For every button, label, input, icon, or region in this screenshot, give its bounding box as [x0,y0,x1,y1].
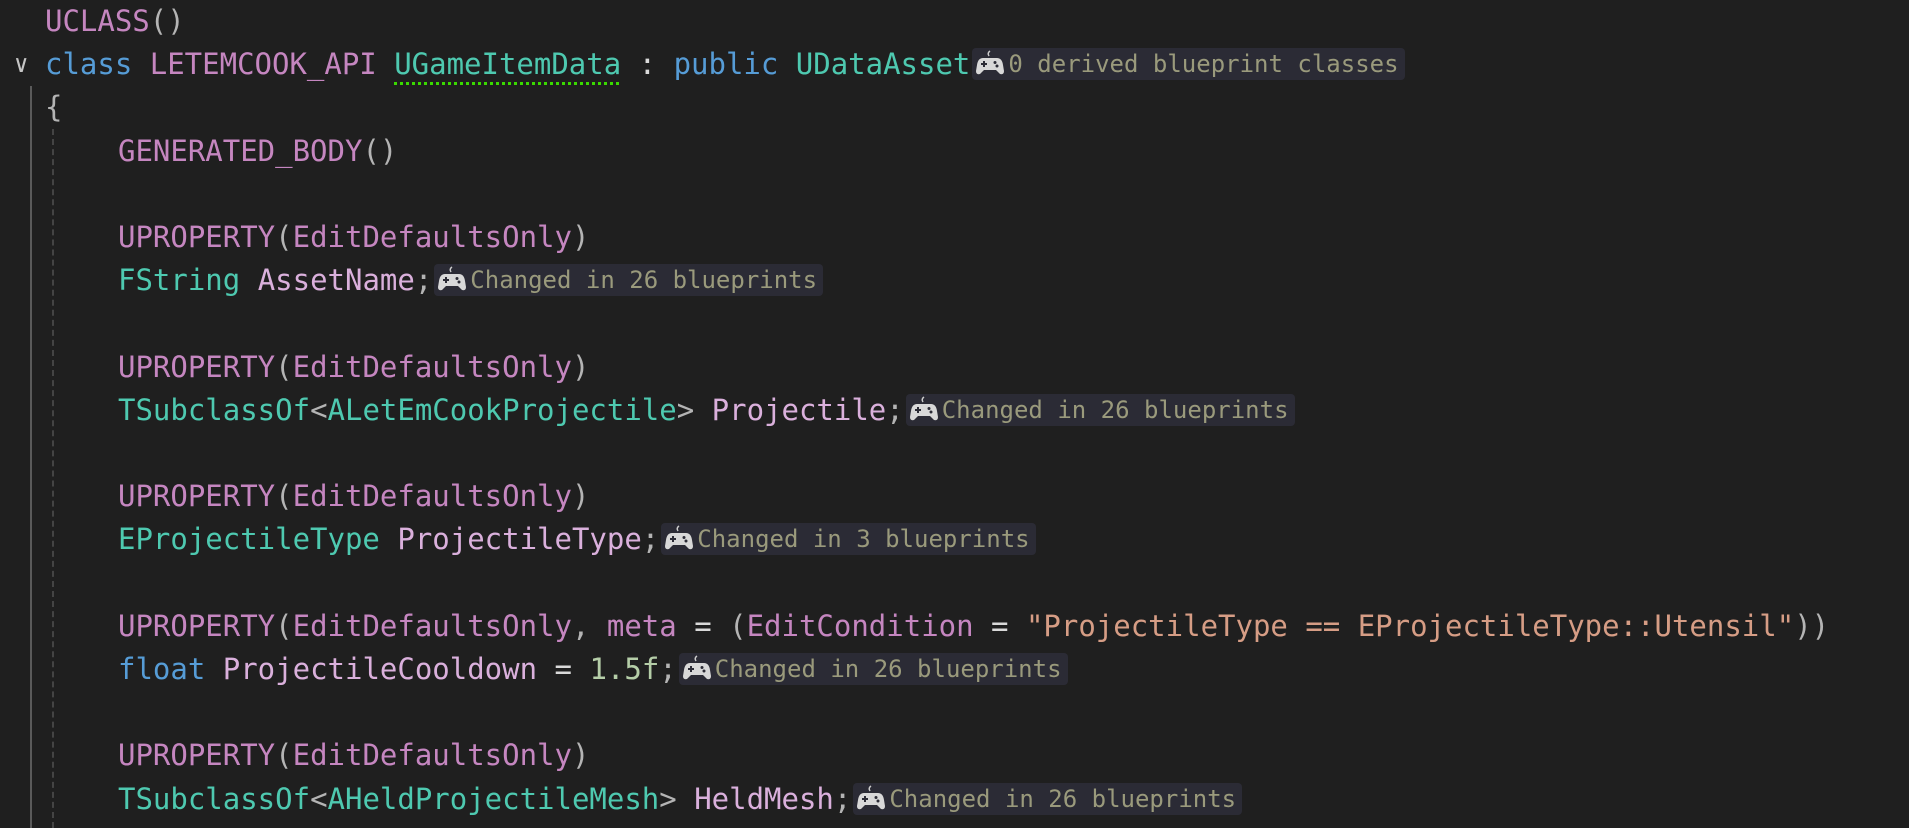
code-line[interactable]: TSubclassOf<ALetEmCookProjectile> Projec… [118,389,1295,432]
hint-text: Changed in 26 blueprints [714,655,1062,683]
code-token: Projectile [711,393,887,427]
code-token: ProjectileType [397,522,642,556]
blueprint-hint[interactable]: Changed in 26 blueprints [678,653,1068,685]
code-token: : [621,47,674,81]
code-token: < [310,782,328,816]
code-line[interactable]: GENERATED_BODY() [118,130,397,173]
code-token: EditDefaultsOnly [292,738,572,772]
code-token: EditDefaultsOnly [292,350,572,384]
code-token: UGameItemData [394,47,622,81]
code-token: ; [641,522,660,556]
code-line[interactable]: { [45,86,62,129]
code-token: > [676,393,712,427]
code-token: HeldMesh [694,782,834,816]
code-token: ; [886,393,904,427]
code-token: ( [275,350,293,384]
code-line[interactable]: FString AssetName; Changed in 26 blueprin… [118,259,824,302]
code-token: ) [571,350,590,384]
blueprint-hint[interactable]: Changed in 26 blueprints [853,783,1243,815]
code-line[interactable]: EProjectileType ProjectileType; Changed i… [118,518,1036,561]
code-token: < [310,393,328,427]
indent-guide-dashed [52,129,54,828]
gamepad-icon [857,785,886,810]
code-editor[interactable]: UCLASS() ∨ class LETEMCOOK_API UGameItemDa… [0,0,1909,828]
code-token: > [659,782,695,816]
code-token: GENERATED_BODY [118,134,363,168]
code-line[interactable]: class LETEMCOOK_API UGameItemData : publ… [45,43,1405,86]
code-token: ( [729,609,747,643]
code-token: ALetEmCookProjectile [327,393,677,427]
code-token: AssetName [257,263,415,297]
code-line[interactable]: float ProjectileCooldown = 1.5f; Changed … [118,648,1068,691]
code-token: EProjectileType [118,522,398,556]
code-token: UDataAsset [795,47,971,81]
code-line[interactable]: UPROPERTY(EditDefaultsOnly, meta = (Edit… [118,605,1829,648]
code-token: meta [606,609,677,643]
code-token: )) [1794,609,1830,643]
gamepad-icon [665,525,694,550]
code-token: = [973,609,1026,643]
code-token: UPROPERTY [118,609,276,643]
hint-text: 0 derived blueprint classes [1008,50,1399,78]
code-token: ProjectileCooldown [222,652,538,686]
code-token: ; [659,652,677,686]
gamepad-icon [909,396,938,421]
code-token: ; [833,782,852,816]
code-token: ( [275,479,293,513]
code-token: TSubclassOf [118,782,311,816]
fold-chevron-icon[interactable]: ∨ [14,43,44,86]
blueprint-hint[interactable]: 0 derived blueprint classes [972,48,1405,80]
code-line[interactable]: UCLASS() [45,0,185,43]
indent-guide [30,86,32,828]
code-token: UPROPERTY [118,738,276,772]
code-token: ) [571,738,590,772]
code-token: class [45,47,150,81]
code-line[interactable]: TSubclassOf<AHeldProjectileMesh> HeldMes… [118,778,1243,821]
code-token: public [673,47,796,81]
code-token: { [45,90,63,124]
code-token: UPROPERTY [118,479,276,513]
hint-text: Changed in 3 blueprints [697,525,1030,553]
code-token: = [537,652,590,686]
gamepad-icon [438,266,467,291]
code-token: EditDefaultsOnly [292,609,572,643]
code-token: () [149,4,185,38]
hint-text: Changed in 26 blueprints [470,266,818,294]
code-token: "ProjectileType == EProjectileType::Uten… [1025,609,1795,643]
code-token: EditDefaultsOnly [292,479,572,513]
code-line[interactable]: UPROPERTY(EditDefaultsOnly) [118,734,589,777]
code-line[interactable]: UPROPERTY(EditDefaultsOnly) [118,475,589,518]
code-token: TSubclassOf [118,393,311,427]
blueprint-hint[interactable]: Changed in 3 blueprints [661,523,1036,555]
code-token: , [571,609,607,643]
code-token: FString [118,263,258,297]
code-token: ( [275,220,293,254]
blueprint-hint[interactable]: Changed in 26 blueprints [905,394,1295,426]
code-token: EditDefaultsOnly [292,220,572,254]
code-token: ; [414,263,433,297]
code-token: 1.5f [589,652,660,686]
code-line[interactable]: UPROPERTY(EditDefaultsOnly) [118,346,589,389]
code-token: ( [275,738,293,772]
code-token: () [362,134,398,168]
code-token: AHeldProjectileMesh [327,782,660,816]
code-token: EditCondition [746,609,974,643]
code-token: float [118,652,223,686]
code-token: = [676,609,730,643]
code-token: LETEMCOOK_API [149,47,395,81]
code-token: ) [571,479,590,513]
code-token: UPROPERTY [118,220,276,254]
code-token: UCLASS [45,4,150,38]
gamepad-icon [976,50,1005,75]
code-token: ) [571,220,590,254]
code-line[interactable]: UPROPERTY(EditDefaultsOnly) [118,216,589,259]
code-token: UPROPERTY [118,350,276,384]
code-token: ( [275,609,293,643]
gamepad-icon [682,655,711,680]
hint-text: Changed in 26 blueprints [941,396,1289,424]
hint-text: Changed in 26 blueprints [889,785,1237,813]
blueprint-hint[interactable]: Changed in 26 blueprints [434,264,824,296]
